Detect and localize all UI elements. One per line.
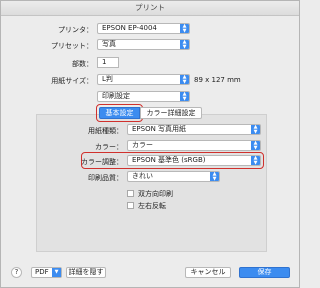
print-quality-value: きれい [132, 172, 153, 180]
color-label: カラー： [95, 143, 123, 151]
updown-arrows-icon: ▲ ▼ [180, 92, 189, 101]
updown-arrows-icon: ▲ ▼ [180, 24, 189, 33]
media-type-value: EPSON 写真用紙 [132, 125, 187, 133]
pdf-menu-button[interactable]: PDF ▼ [31, 267, 62, 278]
paper-size-label: 用紙サイズ： [51, 77, 93, 85]
updown-arrows-icon: ▲ ▼ [251, 156, 260, 165]
cancel-button[interactable]: キャンセル [185, 267, 231, 278]
printer-value: EPSON EP-4004 [102, 24, 157, 32]
tab-basic-settings[interactable]: 基本設定 [99, 107, 140, 119]
paper-size-value: L判 [102, 75, 113, 83]
section-value: 印刷設定 [102, 92, 130, 100]
color-adjust-value: EPSON 基準色 (sRGB) [132, 156, 206, 164]
color-adjust-label: カラー調整： [81, 158, 123, 166]
print-quality-select[interactable]: きれい ▲ ▼ [127, 171, 220, 182]
media-type-label: 用紙種類： [88, 127, 123, 135]
mirror-checkbox[interactable] [127, 202, 134, 209]
print-dialog: プリント プリンタ： EPSON EP-4004 ▲ ▼ プリセット： 写真 ▲ ▼… [0, 0, 300, 288]
updown-arrows-icon: ▲ ▼ [210, 172, 219, 181]
bidirectional-checkbox[interactable] [127, 190, 134, 197]
paper-size-select[interactable]: L判 ▲ ▼ [97, 74, 190, 85]
updown-arrows-icon: ▲ ▼ [180, 75, 189, 84]
bidirectional-label: 双方向印刷 [138, 190, 173, 198]
color-select[interactable]: カラー ▲ ▼ [127, 140, 261, 151]
save-button[interactable]: 保存 [239, 267, 290, 278]
copies-field[interactable]: 1 [97, 57, 119, 68]
chevron-down-icon: ▼ [52, 268, 61, 277]
hide-details-button[interactable]: 詳細を隠す [66, 267, 106, 278]
pdf-label: PDF [35, 268, 49, 276]
copies-label: 部数： [72, 60, 93, 68]
color-adjust-select[interactable]: EPSON 基準色 (sRGB) ▲ ▼ [127, 155, 261, 166]
printer-select[interactable]: EPSON EP-4004 ▲ ▼ [97, 23, 190, 34]
tab-color-advanced[interactable]: カラー詳細設定 [140, 107, 202, 119]
section-select[interactable]: 印刷設定 ▲ ▼ [97, 91, 190, 102]
updown-arrows-icon: ▲ ▼ [251, 125, 260, 134]
updown-arrows-icon: ▲ ▼ [251, 141, 260, 150]
preset-select[interactable]: 写真 ▲ ▼ [97, 39, 190, 50]
preset-label: プリセット： [51, 42, 93, 50]
print-quality-label: 印刷品質： [88, 174, 123, 182]
updown-arrows-icon: ▲ ▼ [180, 40, 189, 49]
media-type-select[interactable]: EPSON 写真用紙 ▲ ▼ [127, 124, 261, 135]
help-button[interactable]: ? [11, 267, 22, 278]
window-title: プリント [1, 1, 299, 16]
paper-dimensions: 89 x 127 mm [194, 76, 241, 84]
mirror-label: 左右反転 [138, 202, 166, 210]
printer-label: プリンタ： [58, 26, 93, 34]
color-value: カラー [132, 141, 153, 149]
preset-value: 写真 [102, 40, 116, 48]
